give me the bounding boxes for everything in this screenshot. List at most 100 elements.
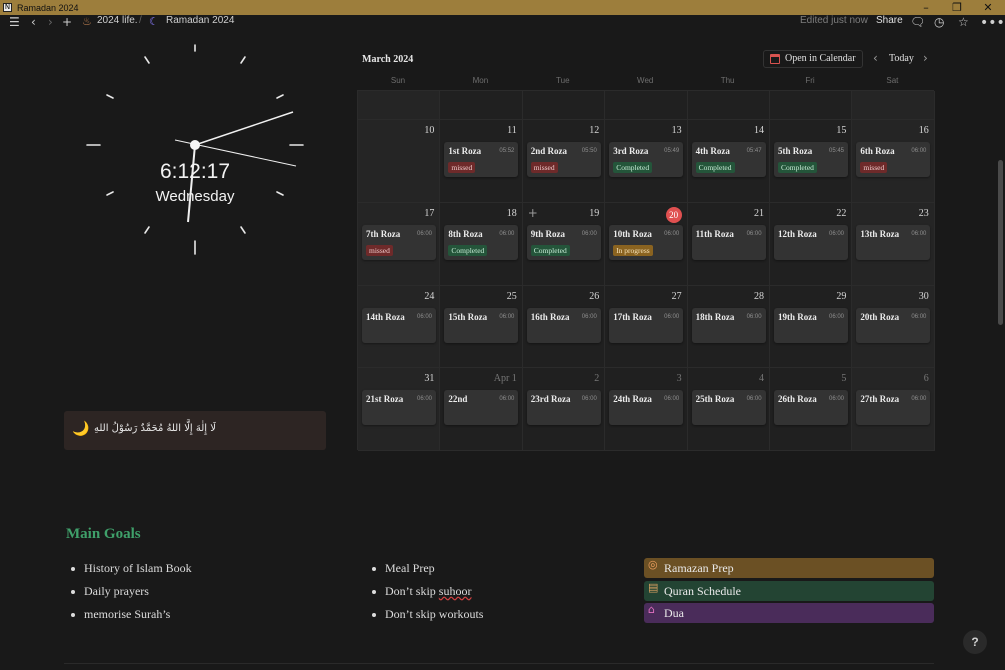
roza-event-card[interactable]: 9th Roza 06:00 Completed (526, 225, 601, 260)
add-icon[interactable]: + (62, 15, 72, 45)
restore-icon[interactable]: ❐ (941, 0, 973, 15)
calendar-day-cell[interactable]: 10 (358, 120, 441, 203)
calendar-day-cell[interactable] (605, 91, 688, 120)
calendar-day-cell[interactable]: 2 23rd Roza 06:00 (522, 368, 606, 451)
minimize-icon[interactable]: – (910, 0, 942, 15)
roza-event-card[interactable]: 19th Roza 06:00 (774, 308, 848, 343)
close-icon[interactable]: ✕ (972, 0, 1004, 15)
calendar-day-cell[interactable]: Apr 1 22nd 06:00 (440, 368, 523, 451)
calendar-day-cell[interactable]: 29 19th Roza 06:00 (770, 286, 853, 368)
calendar-day-cell[interactable]: 24 14th Roza 06:00 (358, 286, 441, 368)
calendar-day-cell[interactable]: 31 21st Roza 06:00 (358, 368, 441, 451)
goal-item[interactable]: History of Islam Book (71, 561, 192, 576)
calendar-day-cell[interactable]: 19 +9th Roza 06:00 Completed (522, 203, 606, 286)
date-number: 23 (918, 208, 929, 219)
roza-event-card[interactable]: 6th Roza 06:00 missed (856, 142, 931, 177)
add-event-icon[interactable]: + (528, 206, 538, 220)
roza-event-card[interactable]: 27th Roza 06:00 (856, 390, 931, 425)
goal-item[interactable]: memorise Surah’s (70, 607, 170, 622)
calendar-day-cell[interactable]: 28 18th Roza 06:00 (687, 286, 770, 368)
help-button[interactable]: ? (963, 630, 987, 654)
calendar-day-cell[interactable]: 26 16th Roza 06:00 (522, 286, 606, 368)
roza-event-card[interactable]: 17th Roza 06:00 (609, 308, 684, 343)
calendar-day-cell[interactable] (522, 91, 606, 120)
goal-item[interactable]: Don’t skip suhoor (371, 584, 471, 599)
today-button[interactable]: Today (889, 53, 914, 64)
goal-item[interactable]: Meal Prep (372, 561, 435, 576)
roza-event-card[interactable]: 8th Roza 06:00 Completed (444, 225, 519, 260)
roza-event-card[interactable]: 5th Roza 05:45 Completed (774, 142, 848, 177)
dua-link[interactable]: ⌂ Dua (644, 603, 934, 623)
back-icon[interactable]: ‹ (31, 15, 36, 45)
event-time: 05:49 (664, 148, 680, 154)
next-month-icon[interactable]: › (923, 51, 928, 65)
calendar-day-cell[interactable] (852, 91, 935, 120)
calendar-day-cell[interactable] (770, 91, 853, 120)
roza-event-card[interactable]: 23rd Roza 06:00 (526, 390, 601, 425)
link-label: Ramazan Prep (664, 561, 734, 575)
date-number: 29 (836, 291, 847, 302)
roza-event-card[interactable]: 10th Roza 06:00 In progress (609, 225, 684, 260)
event-title: 5th Roza (778, 146, 813, 156)
star-icon[interactable]: ☆ (958, 15, 969, 45)
calendar-day-cell[interactable]: 11 1st Roza 05:52 missed (440, 120, 523, 203)
roza-event-card[interactable]: 26th Roza 06:00 (774, 390, 848, 425)
calendar-day-cell[interactable]: 4 25th Roza 06:00 (687, 368, 770, 451)
calendar-day-cell[interactable] (440, 91, 523, 120)
calendar-day-cell[interactable]: 13 3rd Roza 05:49 Completed (605, 120, 688, 203)
scrollbar[interactable] (998, 160, 1003, 325)
goal-text: Don’t skip (385, 584, 439, 598)
calendar-day-cell[interactable]: 17 7th Roza 06:00 missed (358, 203, 441, 286)
roza-event-card[interactable]: 25th Roza 06:00 (691, 390, 766, 425)
roza-event-card[interactable]: 14th Roza 06:00 (362, 308, 436, 343)
calendar-day-cell[interactable]: 27 17th Roza 06:00 (605, 286, 688, 368)
calendar-day-cell[interactable]: 30 20th Roza 06:00 (852, 286, 935, 368)
calendar-day-cell[interactable]: 25 15th Roza 06:00 (440, 286, 523, 368)
roza-event-card[interactable]: 11th Roza 06:00 (691, 225, 766, 260)
roza-event-card[interactable]: 22nd 06:00 (444, 390, 519, 425)
calendar-day-cell[interactable] (358, 91, 441, 120)
history-icon[interactable]: ◷ (934, 15, 944, 45)
roza-event-card[interactable]: 15th Roza 06:00 (444, 308, 519, 343)
calendar-day-cell[interactable]: 12 2nd Roza 05:50 missed (522, 120, 606, 203)
roza-event-card[interactable]: 2nd Roza 05:50 missed (526, 142, 601, 177)
roza-event-card[interactable]: 12th Roza 06:00 (774, 225, 848, 260)
calendar-day-cell[interactable]: 18 8th Roza 06:00 Completed (440, 203, 523, 286)
forward-icon[interactable]: › (48, 15, 53, 45)
comment-icon[interactable]: 🗨 (910, 15, 925, 45)
calendar-day-cell[interactable]: 6 27th Roza 06:00 (852, 368, 935, 451)
roza-event-card[interactable]: 16th Roza 06:00 (526, 308, 601, 343)
roza-event-card[interactable]: 18th Roza 06:00 (691, 308, 766, 343)
calendar-day-cell[interactable]: 22 12th Roza 06:00 (770, 203, 853, 286)
share-button[interactable]: Share (876, 15, 903, 45)
calendar-day-cell[interactable]: 3 24th Roza 06:00 (605, 368, 688, 451)
calendar-day-cell[interactable]: 14 4th Roza 05:47 Completed (687, 120, 770, 203)
goal-item[interactable]: Daily prayers (71, 584, 149, 599)
roza-event-card[interactable]: 24th Roza 06:00 (609, 390, 684, 425)
roza-event-card[interactable]: 3rd Roza 05:49 Completed (609, 142, 684, 177)
roza-event-card[interactable]: 1st Roza 05:52 missed (444, 142, 519, 177)
calendar-day-cell[interactable]: 16 6th Roza 06:00 missed (852, 120, 935, 203)
calendar-day-cell[interactable] (687, 91, 770, 120)
calendar-day-cell[interactable]: 20 10th Roza 06:00 In progress (605, 203, 688, 286)
status-badge: Completed (695, 162, 735, 173)
previous-month-icon[interactable]: ‹ (873, 51, 878, 65)
menu-icon[interactable]: ☰ (9, 15, 20, 45)
roza-event-card[interactable]: 21st Roza 06:00 (362, 390, 436, 425)
roza-event-card[interactable]: 7th Roza 06:00 missed (362, 225, 436, 260)
goal-item[interactable]: Don’t skip workouts (371, 607, 483, 622)
open-in-calendar-button[interactable]: Open in Calendar (763, 50, 863, 68)
roza-event-card[interactable]: 20th Roza 06:00 (856, 308, 931, 343)
quran-schedule-link[interactable]: ▤ Quran Schedule (644, 581, 934, 601)
roza-event-card[interactable]: 4th Roza 05:47 Completed (691, 142, 766, 177)
ramazan-prep-link[interactable]: ◎ Ramazan Prep (644, 558, 934, 578)
weekday-label: Tue (556, 76, 570, 85)
calendar-day-cell[interactable]: 5 26th Roza 06:00 (770, 368, 853, 451)
clock-tick (240, 226, 246, 234)
calendar-day-cell[interactable]: 21 11th Roza 06:00 (687, 203, 770, 286)
calendar-day-cell[interactable]: 23 13th Roza 06:00 (852, 203, 935, 286)
calendar-day-cell[interactable]: 15 5th Roza 05:45 Completed (770, 120, 853, 203)
more-icon[interactable]: ••• (980, 15, 1005, 45)
roza-event-card[interactable]: 13th Roza 06:00 (856, 225, 931, 260)
event-time: 06:00 (581, 314, 597, 320)
